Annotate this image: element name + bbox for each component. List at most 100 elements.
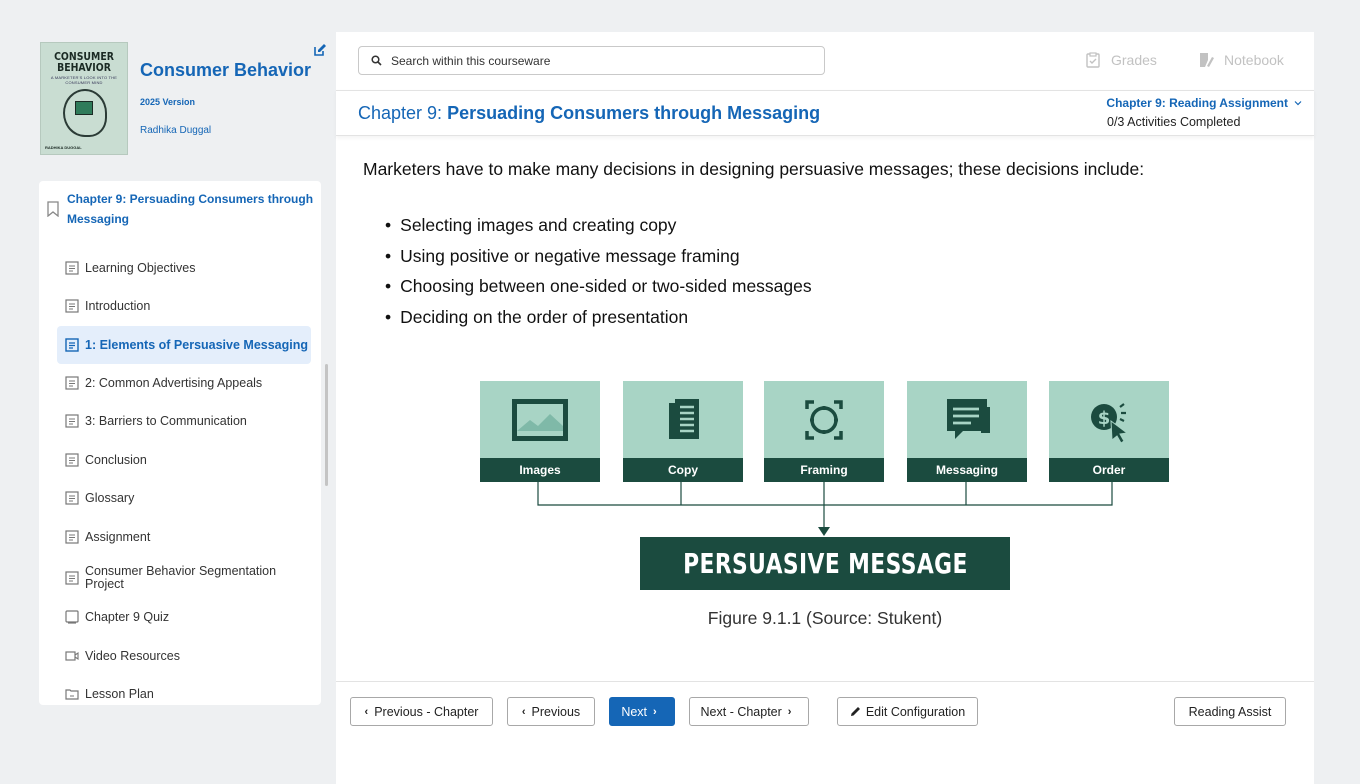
cover-title: CONSUMER BEHAVIOR: [54, 50, 114, 74]
reading-content: Marketers have to make many decisions in…: [363, 159, 1293, 332]
next-button[interactable]: Next ›: [609, 697, 675, 726]
toc-item-barriers-to-communication[interactable]: 3: Barriers to Communication: [57, 402, 311, 440]
toc-item-chapter-9-quiz[interactable]: Chapter 9 Quiz: [57, 598, 311, 636]
page-icon: [65, 414, 79, 428]
persuasive-message-box: PERSUASIVE MESSAGE: [640, 537, 1010, 590]
list-item: Choosing between one-sided or two-sided …: [385, 271, 1293, 302]
book-cover-image: CONSUMER BEHAVIOR A MARKETER'S LOOK INTO…: [40, 42, 128, 155]
pencil-icon: [850, 707, 860, 716]
toc-item-elements-of-persuasive-messaging[interactable]: 1: Elements of Persuasive Messaging: [57, 326, 311, 364]
figure-box-label: Images: [480, 458, 600, 482]
page-icon: [65, 299, 79, 313]
toc-item-label: Lesson Plan: [85, 686, 154, 701]
image-icon: [512, 399, 568, 441]
document-icon: [669, 399, 699, 439]
toc-item-assignment[interactable]: Assignment: [57, 518, 311, 556]
navigation-footer: ‹ Previous - Chapter ‹ Previous Next › Next…: [336, 681, 1314, 784]
list-item: Using positive or negative message frami…: [385, 241, 1293, 272]
button-label: Previous - Chapter: [374, 704, 479, 719]
grades-button[interactable]: Grades: [1085, 52, 1157, 68]
search-icon: [371, 55, 382, 66]
toc-item-label: Video Resources: [85, 648, 180, 663]
toc-item-common-advertising-appeals[interactable]: 2: Common Advertising Appeals: [57, 364, 311, 402]
table-of-contents: Chapter 9: Persuading Consumers through …: [39, 181, 321, 705]
figure-caption: Figure 9.1.1 (Source: Stukent): [707, 608, 943, 628]
figure-box-messaging: Messaging: [907, 381, 1027, 482]
toc-item-label: 1: Elements of Persuasive Messaging: [85, 337, 309, 352]
toc-item-label: Conclusion: [85, 452, 147, 467]
book-title[interactable]: Consumer Behavior: [140, 60, 311, 81]
chapter-header: Chapter 9: Persuading Consumers through …: [336, 90, 1314, 136]
dollar-click-icon: $: [1091, 403, 1129, 444]
chapter-title: Chapter 9: Persuading Consumers through …: [358, 103, 820, 124]
video-icon: [65, 651, 79, 661]
toc-item-label: 3: Barriers to Communication: [85, 413, 247, 428]
figure-box-copy: Copy: [623, 381, 743, 482]
toc-item-segmentation-project[interactable]: Consumer Behavior Segmentation Project: [57, 559, 311, 597]
toc-item-glossary[interactable]: Glossary: [57, 479, 311, 517]
assignment-dropdown[interactable]: Chapter 9: Reading Assignment: [1106, 96, 1302, 110]
button-label: Edit Configuration: [865, 704, 966, 719]
chevron-down-icon: [1294, 101, 1302, 106]
page-icon: [65, 338, 79, 352]
chat-message-icon: [947, 399, 990, 439]
bookmark-icon: [47, 201, 59, 217]
search-input[interactable]: Search within this courseware: [358, 46, 825, 75]
page-icon: [65, 491, 79, 505]
chevron-left-icon: ‹: [521, 705, 526, 718]
notebook-button[interactable]: Notebook: [1198, 52, 1284, 68]
chapter-name: Persuading Consumers through Messaging: [447, 103, 821, 123]
toc-item-label: Introduction: [85, 298, 151, 313]
focus-frame-icon: [805, 400, 843, 440]
edit-pencil-icon[interactable]: [314, 44, 326, 56]
toc-item-introduction[interactable]: Introduction: [57, 287, 311, 325]
chevron-right-icon: ›: [653, 705, 657, 718]
main-panel: Search within this courseware Grades Not…: [336, 32, 1314, 784]
cover-subtitle: A MARKETER'S LOOK INTO THE CONSUMER MIND: [50, 75, 118, 85]
persuasive-message-figure: Images Copy Framing Messaging $ Order PE…: [480, 381, 1170, 593]
book-version: 2025 Version: [140, 97, 196, 107]
previous-button[interactable]: ‹ Previous: [507, 697, 595, 726]
toc-item-video-resources[interactable]: Video Resources: [57, 637, 311, 675]
toc-item-label: Consumer Behavior Segmentation Project: [85, 564, 277, 591]
cover-head-illustration: [63, 89, 107, 137]
clipboard-check-icon: [1086, 52, 1100, 68]
toc-chapter-title[interactable]: Chapter 9: Persuading Consumers through …: [67, 189, 317, 229]
search-placeholder: Search within this courseware: [391, 53, 551, 68]
activities-progress: 0/3 Activities Completed: [1107, 115, 1241, 129]
page-icon: [65, 453, 79, 467]
figure-box-label: Messaging: [907, 458, 1027, 482]
sidebar-scrollbar[interactable]: [325, 364, 328, 486]
page-icon: [65, 376, 79, 390]
list-item: Deciding on the order of presentation: [385, 302, 1293, 333]
next-chapter-button[interactable]: Next - Chapter ›: [689, 697, 809, 726]
chevron-right-icon: ›: [787, 705, 792, 718]
figure-box-framing: Framing: [764, 381, 884, 482]
notebook-icon: [1200, 53, 1214, 67]
figure-box-images: Images: [480, 381, 600, 482]
toc-item-lesson-plan[interactable]: Lesson Plan: [57, 675, 311, 705]
grades-label: Grades: [1111, 52, 1157, 68]
figure-box-label: Framing: [764, 458, 884, 482]
cover-author: RADHIKA DUGGAL: [45, 145, 82, 150]
book-info: CONSUMER BEHAVIOR A MARKETER'S LOOK INTO…: [38, 40, 328, 160]
toc-item-label: 2: Common Advertising Appeals: [85, 375, 263, 390]
toc-item-label: Assignment: [85, 529, 151, 544]
assignment-label: Chapter 9: Reading Assignment: [1106, 96, 1288, 110]
edit-configuration-button[interactable]: Edit Configuration: [837, 697, 978, 726]
button-label: Previous: [531, 704, 581, 719]
figure-box-label: Copy: [623, 458, 743, 482]
previous-chapter-button[interactable]: ‹ Previous - Chapter: [350, 697, 493, 726]
quiz-icon: [65, 610, 79, 624]
reading-assist-button[interactable]: Reading Assist: [1174, 697, 1286, 726]
toc-item-learning-objectives[interactable]: Learning Objectives: [57, 249, 311, 287]
notebook-label: Notebook: [1224, 52, 1284, 68]
toc-item-label: Glossary: [85, 490, 135, 505]
list-item: Selecting images and creating copy: [385, 210, 1293, 241]
figure-box-label: Order: [1049, 458, 1169, 482]
chevron-left-icon: ‹: [364, 705, 369, 718]
svg-text:$: $: [1098, 408, 1111, 429]
figure-box-order: $ Order: [1049, 381, 1169, 482]
persuasive-message-label: PERSUASIVE MESSAGE: [682, 547, 968, 580]
toc-item-conclusion[interactable]: Conclusion: [57, 441, 311, 479]
